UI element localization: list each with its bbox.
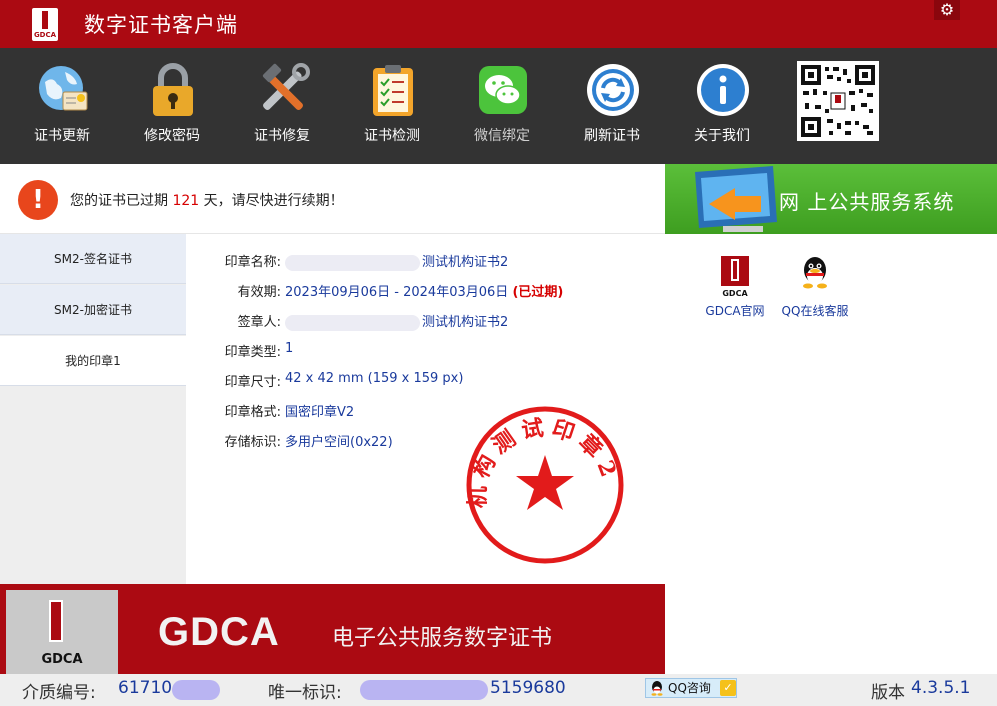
qq-consult-button[interactable]: QQ咨询 ✓ (645, 678, 737, 698)
field-value: 2023年09月06日 - 2024年03月06日 (已过期) (285, 281, 563, 300)
refresh-icon (587, 64, 639, 116)
wechat-icon (479, 66, 527, 114)
version-label: 版本 (871, 683, 905, 703)
seal-size-value: 42 x 42 mm (159 x 159 px) (285, 371, 464, 386)
gear-icon[interactable]: ⚙ (934, 0, 960, 20)
gdca-logo-icon: GDCA (721, 256, 749, 298)
qr-code-icon (797, 61, 879, 141)
toolbar-item-label: 微信绑定 (474, 128, 530, 144)
seal-format-value: 国密印章V2 (285, 405, 355, 420)
expiry-alert: ! 您的证书已过期 121 天，请尽快进行续期！ (0, 164, 665, 234)
right-panel: GDCA GDCA官网 QQ在线客服 (665, 234, 997, 674)
gdca-banner-title: GDCA (158, 610, 280, 654)
toolbar: 证书更新 修改密码 证书修复 证书检测 微信绑定 刷新证书 关于我们 (0, 48, 997, 164)
field-label: 印章名称: (224, 255, 281, 270)
toolbar-item-label: 证书更新 (34, 128, 90, 144)
sidebar-item-my-seal[interactable]: 我的印章1 (0, 336, 186, 386)
toolbar-item-label: 证书修复 (254, 128, 310, 144)
toolbar-item-label: 修改密码 (144, 128, 200, 144)
redacted-mask (285, 314, 420, 331)
unique-id-value: 5159680 (490, 678, 566, 698)
version-value: 4.3.5.1 (911, 678, 971, 698)
repair-certificate-button[interactable]: 证书修复 (227, 60, 337, 156)
field-value: 测试机构证书2 (285, 251, 508, 271)
validity-value: 2023年09月06日 - 2024年03月06日 (285, 285, 509, 300)
info-icon (697, 64, 749, 116)
sidebar-item-sm2-sign-cert[interactable]: SM2-签名证书 (0, 234, 186, 284)
public-service-banner[interactable]: 网 上公共服务系统 (665, 164, 997, 234)
field-label: 印章类型: (224, 345, 281, 360)
alert-days: 121 (172, 193, 200, 209)
qq-consult-label: QQ咨询 (668, 681, 711, 695)
gdca-banner-subtitle: 电子公共服务数字证书 (332, 626, 553, 651)
check-certificate-button[interactable]: 证书检测 (337, 60, 447, 156)
change-password-button[interactable]: 修改密码 (117, 60, 227, 156)
app-logo-text: GDCA (33, 31, 57, 39)
field-label: 有效期: (237, 285, 281, 300)
media-id-value: 61710 (118, 678, 173, 698)
field-label: 存储标识: (224, 435, 281, 450)
exclamation-icon: ! (18, 180, 58, 220)
gdca-website-label: GDCA官网 (705, 304, 765, 318)
toolbar-item-label: 刷新证书 (584, 128, 640, 144)
unique-id-label: 唯一标识: (268, 683, 342, 703)
qq-support-label: QQ在线客服 (781, 304, 849, 318)
redacted-mask (172, 680, 220, 700)
gdca-website-link[interactable]: GDCA GDCA官网 (693, 254, 777, 324)
field-label: 印章格式: (224, 405, 281, 420)
seal-stamp-image: 机构测试印章2 (465, 406, 624, 564)
app-logo: GDCA (32, 8, 58, 41)
qq-penguin-icon (803, 257, 827, 289)
globe-certificate-icon (39, 66, 88, 111)
status-bar: 介质编号: 61710 唯一标识: 5159680 QQ咨询 ✓ 版本 4.3.… (0, 674, 997, 706)
banner-title: 网 上公共服务系统 (779, 190, 955, 214)
clipboard-checklist-icon (373, 65, 413, 116)
seal-type-value: 1 (285, 341, 294, 356)
app-title: 数字证书客户端 (84, 13, 238, 37)
sidebar: SM2-签名证书 SM2-加密证书 我的印章1 (0, 234, 186, 584)
padlock-icon (153, 63, 193, 116)
detail-row-name: 印章名称: 测试机构证书2 (186, 251, 665, 271)
wechat-bind-button[interactable]: 微信绑定 (447, 60, 557, 156)
detail-row-type: 印章类型: 1 (186, 341, 665, 361)
media-id-label: 介质编号: (22, 683, 96, 703)
qq-penguin-icon (651, 681, 663, 696)
alert-suffix: 天，请尽快进行续期！ (203, 193, 344, 209)
detail-row-size: 印章尺寸: 42 x 42 mm (159 x 159 px) (186, 371, 665, 391)
alert-prefix: 您的证书已过期 (70, 193, 168, 209)
wrench-hammer-icon (262, 63, 310, 110)
toolbar-item-label: 关于我们 (694, 128, 750, 144)
check-badge-icon: ✓ (720, 680, 736, 696)
seal-name-value: 测试机构证书2 (422, 255, 509, 270)
renew-certificate-button[interactable]: 证书更新 (7, 60, 117, 156)
toolbar-item-label: 证书检测 (364, 128, 420, 144)
qq-support-link[interactable]: QQ在线客服 (773, 254, 857, 324)
gdca-logo-text: GDCA (41, 652, 83, 667)
sidebar-item-sm2-enc-cert[interactable]: SM2-加密证书 (0, 285, 186, 335)
detail-row-signer: 签章人: 测试机构证书2 (186, 311, 665, 331)
refresh-certificate-button[interactable]: 刷新证书 (557, 60, 667, 156)
field-label: 签章人: (237, 315, 281, 330)
storage-value: 多用户空间(0x22) (285, 435, 393, 450)
field-value: 测试机构证书2 (285, 311, 508, 331)
expired-badge: (已过期) (512, 285, 564, 300)
svg-text:GDCA: GDCA (722, 289, 748, 298)
gdca-logo-icon: GDCA (6, 590, 118, 674)
redacted-mask (360, 680, 488, 700)
alert-message: 您的证书已过期 121 天，请尽快进行续期！ (70, 190, 344, 210)
gdca-banner: GDCA GDCA 电子公共服务数字证书 (0, 584, 665, 674)
detail-row-validity: 有效期: 2023年09月06日 - 2024年03月06日 (已过期) (186, 281, 665, 301)
field-label: 印章尺寸: (224, 375, 281, 390)
about-us-button[interactable]: 关于我们 (667, 60, 777, 156)
signer-value: 测试机构证书2 (422, 315, 509, 330)
redacted-mask (285, 254, 420, 271)
title-bar: GDCA 数字证书客户端 ⚙ (0, 0, 997, 48)
